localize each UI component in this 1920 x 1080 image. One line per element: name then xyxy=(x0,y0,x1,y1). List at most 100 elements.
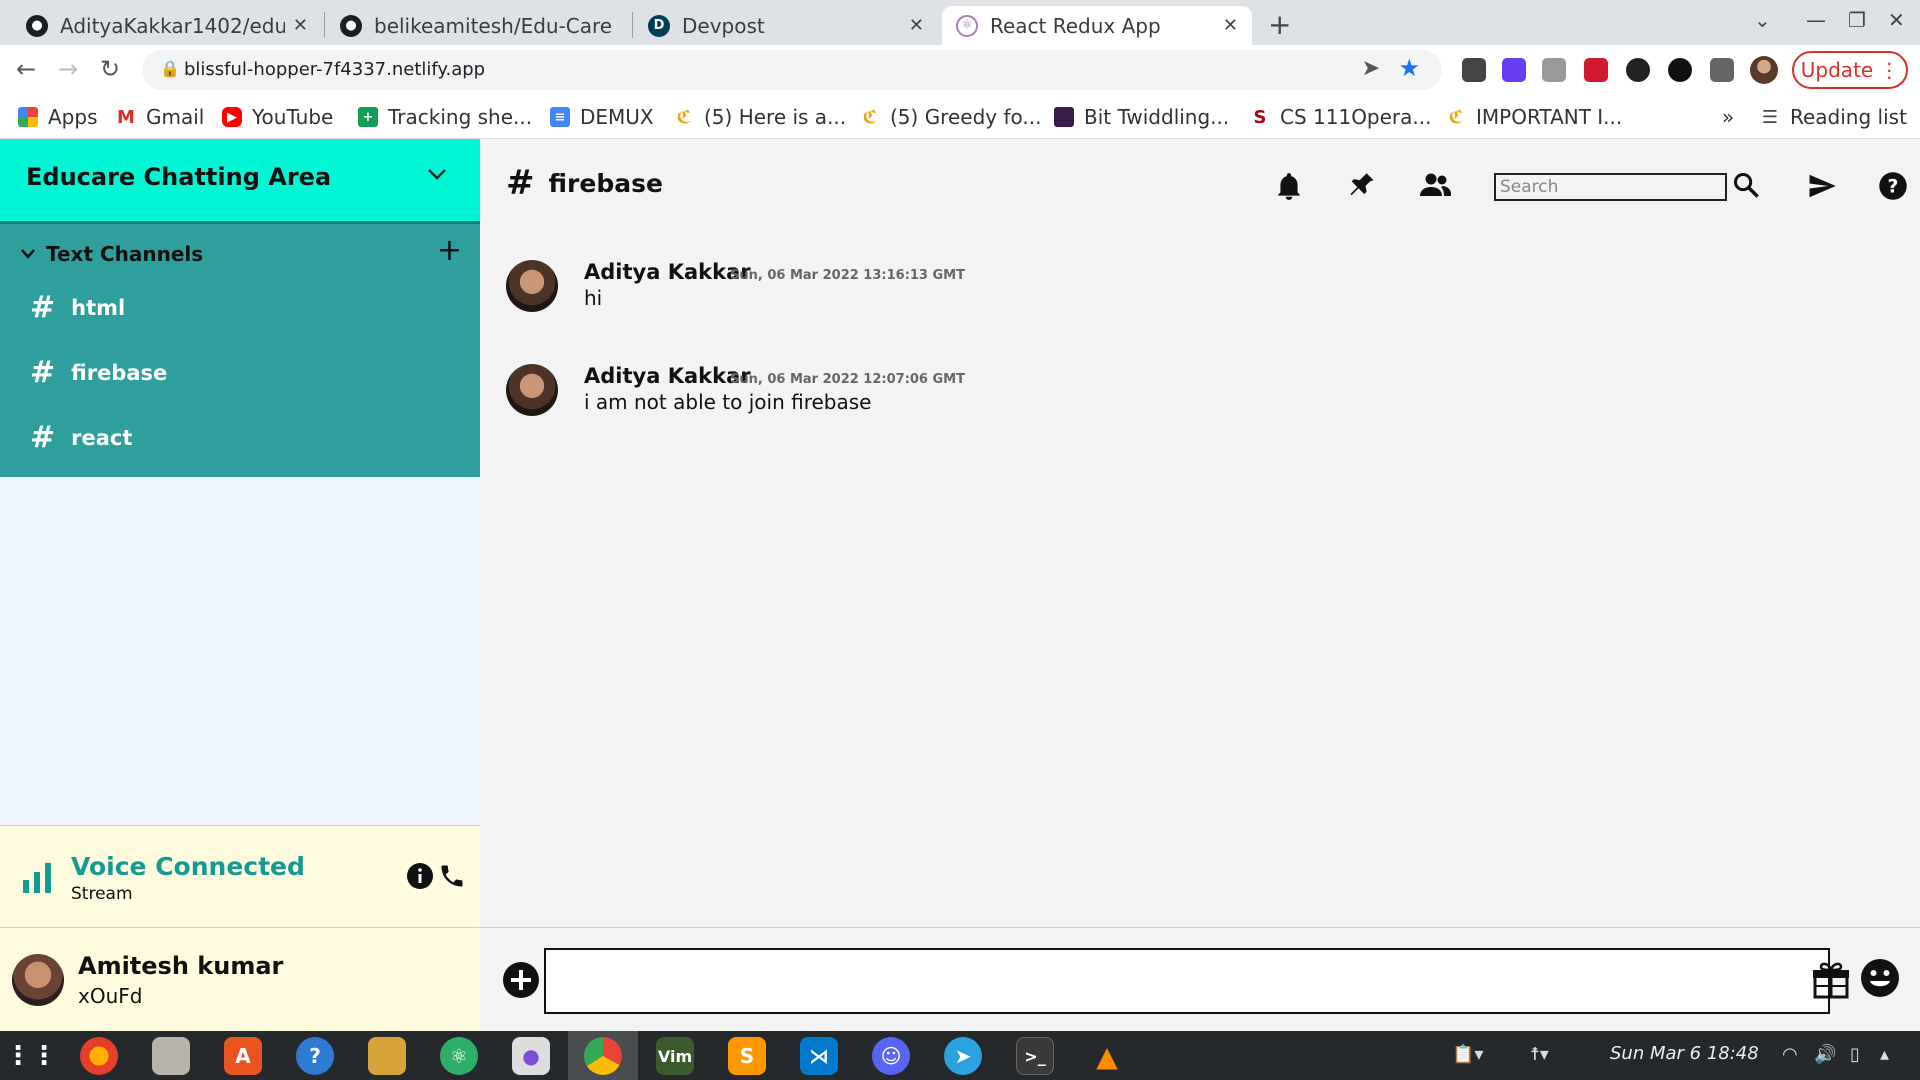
close-icon[interactable]: ✕ xyxy=(293,15,308,36)
bookmark-youtube[interactable]: ▶ YouTube xyxy=(222,105,333,129)
telegram-icon[interactable]: ➤ xyxy=(944,1037,982,1075)
bookmark-cs111[interactable]: S CS 111Opera... xyxy=(1250,105,1431,129)
back-arrow-icon[interactable]: ← xyxy=(16,55,36,83)
user-avatar[interactable] xyxy=(12,954,64,1006)
extension-code-icon[interactable] xyxy=(1668,58,1692,82)
volume-icon[interactable]: 🔊 xyxy=(1814,1044,1836,1065)
system-clock[interactable]: Sun Mar 6 18:48 xyxy=(1610,1043,1759,1064)
lock-icon[interactable]: 🔒 xyxy=(160,59,180,78)
bookmark-demux[interactable]: ≡ DEMUX xyxy=(550,105,654,129)
tab-github-educare[interactable]: ● belikeamitesh/Edu-Care xyxy=(326,6,630,45)
help-app-icon[interactable]: ? xyxy=(296,1037,334,1075)
add-channel-plus-icon[interactable]: + xyxy=(437,236,462,266)
bookmark-label: Gmail xyxy=(146,105,205,129)
extensions-puzzle-icon[interactable] xyxy=(1710,58,1734,82)
close-icon[interactable]: ✕ xyxy=(909,15,924,36)
members-icon[interactable] xyxy=(1418,171,1452,199)
add-attachment-icon[interactable] xyxy=(502,961,540,999)
wifi-icon[interactable]: ◠ xyxy=(1782,1044,1798,1065)
vlc-icon[interactable]: ▲ xyxy=(1088,1037,1126,1075)
message-avatar[interactable] xyxy=(506,260,558,312)
emoji-icon[interactable] xyxy=(1860,958,1900,998)
search-icon[interactable] xyxy=(1732,171,1760,199)
send-icon[interactable] xyxy=(1806,171,1838,201)
user-name: Amitesh kumar xyxy=(78,952,284,980)
accessibility-icon[interactable]: ☨▾ xyxy=(1530,1044,1549,1065)
bookmark-label: YouTube xyxy=(252,105,334,129)
bookmark-gmail[interactable]: M Gmail xyxy=(116,105,204,129)
tab-separator xyxy=(324,12,325,38)
bookmark-label: Apps xyxy=(48,105,98,129)
restore-icon[interactable]: ❐ xyxy=(1848,8,1866,32)
phone-icon[interactable] xyxy=(438,862,466,890)
extension-purple-icon[interactable] xyxy=(1502,58,1526,82)
channel-item-html[interactable]: # html xyxy=(30,290,125,325)
tab-react-redux-app[interactable]: ⚛ React Redux App ✕ xyxy=(942,6,1252,45)
profile-avatar[interactable] xyxy=(1750,56,1778,84)
gift-icon[interactable] xyxy=(1812,960,1850,1000)
info-icon[interactable] xyxy=(406,862,434,890)
bookmark-important[interactable]: ℭ IMPORTANT I... xyxy=(1446,105,1622,129)
url-text[interactable]: blissful-hopper-7f4337.netlify.app xyxy=(184,59,485,80)
browser-tab-strip: ● AdityaKakkar1402/educ ✕ ● belikeamites… xyxy=(0,0,1920,45)
text-channels-header[interactable]: Text Channels xyxy=(20,242,203,266)
reload-icon[interactable]: ↻ xyxy=(100,55,120,83)
server-name: Educare Chatting Area xyxy=(26,163,332,191)
new-tab-plus-icon[interactable]: + xyxy=(1268,8,1291,41)
minimize-icon[interactable]: — xyxy=(1806,8,1826,32)
search-input[interactable] xyxy=(1494,173,1727,201)
update-button[interactable]: Update ⋮ xyxy=(1792,51,1908,89)
message-timestamp: Sun, 06 Mar 2022 12:07:06 GMT xyxy=(730,372,965,387)
address-bar[interactable]: 🔒 blissful-hopper-7f4337.netlify.app ➤ ★ xyxy=(142,50,1442,90)
reading-list-button[interactable]: ☰ Reading list xyxy=(1760,105,1907,129)
pikachu-icon[interactable] xyxy=(368,1037,406,1075)
send-tab-icon[interactable]: ➤ xyxy=(1362,56,1380,81)
bookmark-apps[interactable]: Apps xyxy=(18,105,98,129)
files-icon[interactable] xyxy=(152,1037,190,1075)
tray-menu-chevron-icon[interactable]: ▴ xyxy=(1880,1044,1889,1065)
software-center-icon[interactable]: A xyxy=(224,1037,262,1075)
tab-devpost[interactable]: D Devpost ✕ xyxy=(634,6,938,45)
message-input[interactable] xyxy=(544,948,1830,1014)
voice-status-title: Voice Connected xyxy=(71,852,305,881)
bell-icon[interactable] xyxy=(1276,171,1302,201)
close-window-icon[interactable]: ✕ xyxy=(1888,8,1905,32)
more-bookmarks-button[interactable]: » xyxy=(1722,105,1734,129)
atom-icon[interactable]: ⚛ xyxy=(440,1037,478,1075)
bookmark-star-icon[interactable]: ★ xyxy=(1398,54,1420,82)
extension-circle-icon[interactable] xyxy=(1626,58,1650,82)
bookmark-here-is-a[interactable]: ℭ (5) Here is a... xyxy=(674,105,846,129)
message-author: Aditya Kakkar xyxy=(584,364,751,388)
bookmark-bit-twiddling[interactable]: Bit Twiddling... xyxy=(1054,105,1229,129)
sublime-icon[interactable]: S xyxy=(728,1037,766,1075)
chevron-down-icon[interactable] xyxy=(426,167,448,181)
tab-github-educ[interactable]: ● AdityaKakkar1402/educ ✕ xyxy=(12,6,322,45)
bit-twiddling-icon xyxy=(1054,107,1074,127)
extension-red-icon[interactable] xyxy=(1584,58,1608,82)
github-icon: ● xyxy=(340,14,362,37)
channel-item-react[interactable]: # react xyxy=(30,420,132,455)
vscode-icon[interactable]: ⋊ xyxy=(800,1037,838,1075)
channel-item-firebase[interactable]: # firebase xyxy=(30,355,167,390)
terminal-icon[interactable]: >_ xyxy=(1016,1037,1054,1075)
screenshot-icon[interactable]: ● xyxy=(512,1037,550,1075)
help-icon[interactable]: ? xyxy=(1878,171,1908,201)
battery-icon[interactable]: ▯ xyxy=(1850,1044,1860,1065)
vim-icon[interactable]: Vim xyxy=(656,1037,694,1075)
chat-channel-title: # firebase xyxy=(506,163,663,203)
clipboard-icon[interactable]: 📋▾ xyxy=(1452,1044,1483,1065)
bookmark-tracking-sheet[interactable]: + Tracking she... xyxy=(358,105,532,129)
chrome-icon[interactable] xyxy=(584,1037,622,1075)
server-header[interactable]: Educare Chatting Area xyxy=(0,139,480,224)
app-grid-icon[interactable]: ⋮⋮ xyxy=(5,1037,57,1075)
message-avatar[interactable] xyxy=(506,364,558,416)
tab-search-chevron-icon[interactable]: ⌄ xyxy=(1754,8,1771,32)
extension-bars-icon[interactable] xyxy=(1542,58,1566,82)
close-icon[interactable]: ✕ xyxy=(1223,15,1238,36)
bookmark-greedy[interactable]: ℭ (5) Greedy fo... xyxy=(860,105,1041,129)
forward-arrow-icon[interactable]: → xyxy=(58,55,78,83)
pin-icon[interactable] xyxy=(1348,171,1376,201)
firefox-icon[interactable] xyxy=(80,1037,118,1075)
extension-news-icon[interactable] xyxy=(1462,58,1486,82)
discord-icon[interactable]: ☺ xyxy=(872,1037,910,1075)
